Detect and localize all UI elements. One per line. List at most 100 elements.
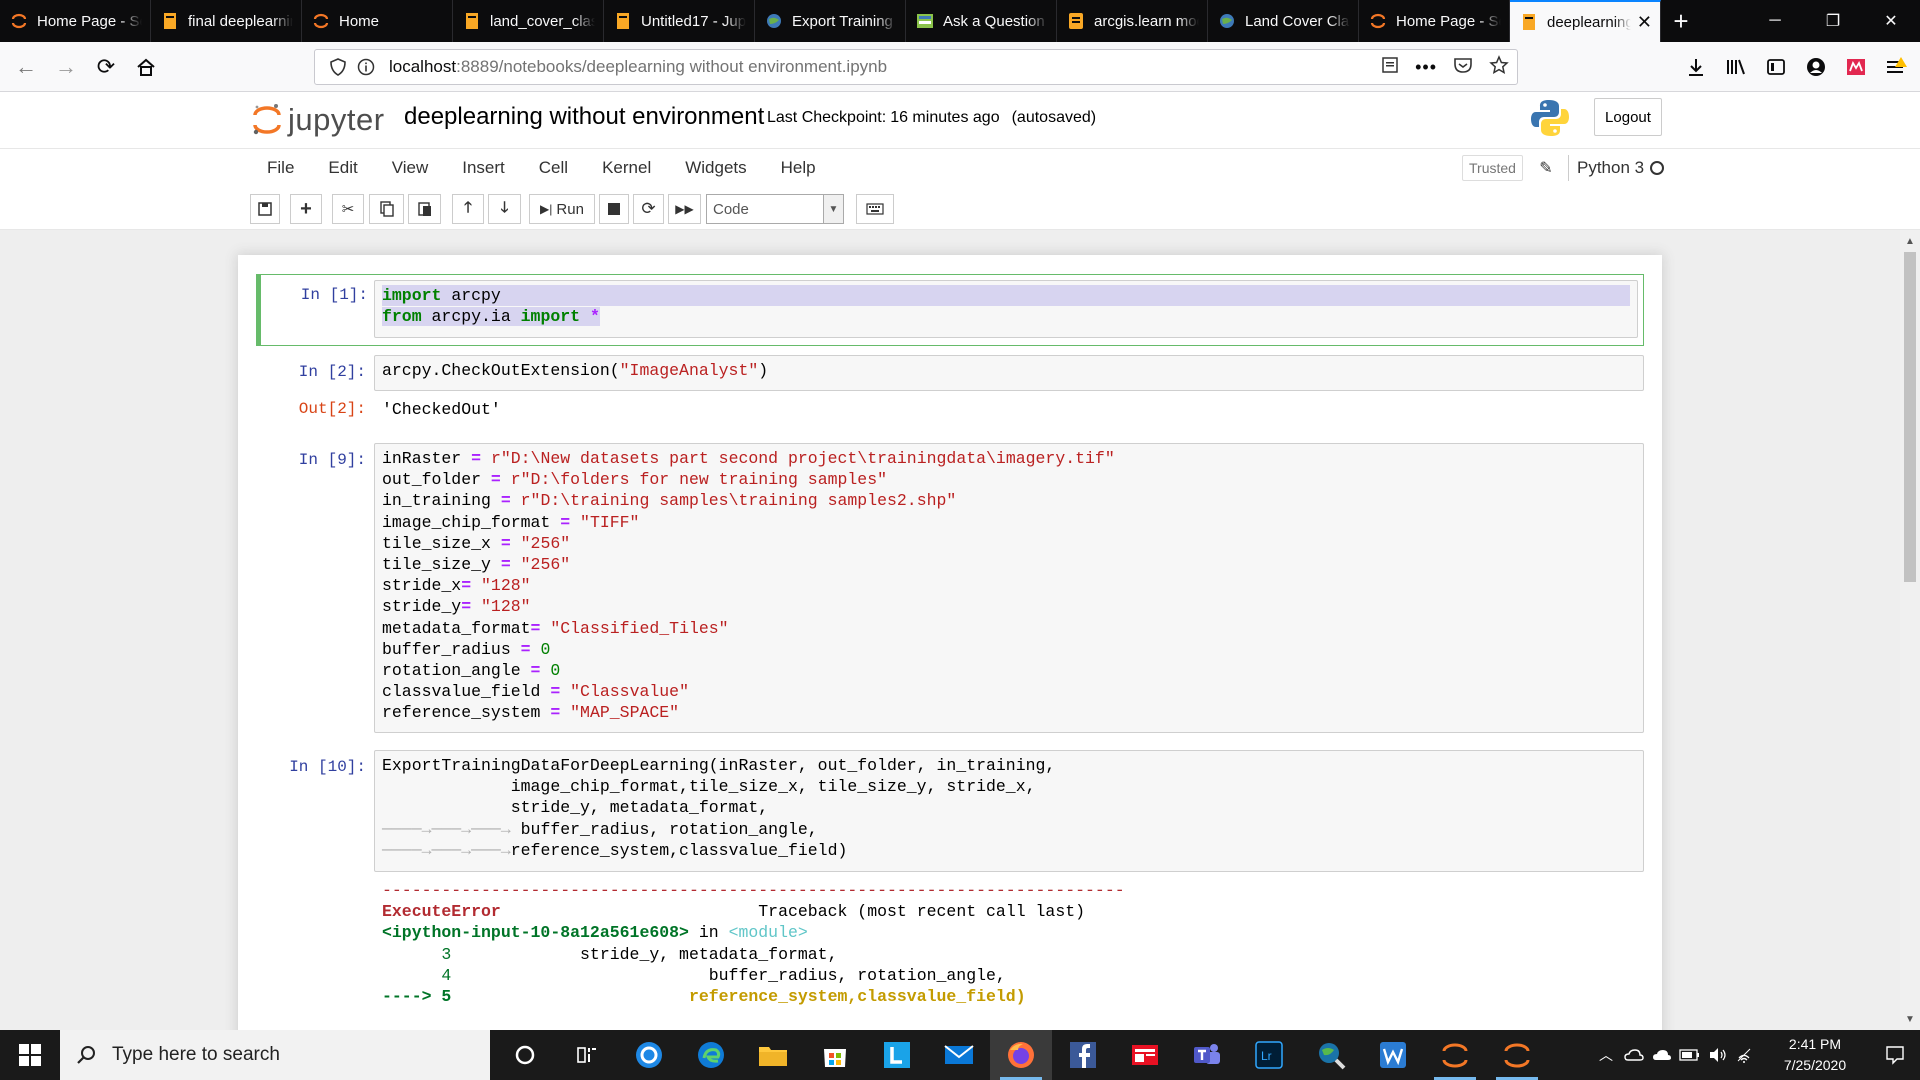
forward-icon[interactable]: → <box>48 49 84 85</box>
kernel-name[interactable]: Python 3 <box>1568 155 1644 181</box>
facebook-icon[interactable] <box>1052 1030 1114 1080</box>
browser-tab[interactable]: Land Cover Classification <box>1208 0 1359 42</box>
browser-tab[interactable]: arcgis.learn module — ar <box>1057 0 1208 42</box>
jupyter-taskbar-icon[interactable] <box>1424 1030 1486 1080</box>
microsoft-store-icon[interactable] <box>804 1030 866 1080</box>
insert-cell-button[interactable]: + <box>290 194 322 224</box>
edge-browser-icon[interactable] <box>680 1030 742 1080</box>
file-explorer-icon[interactable] <box>742 1030 804 1080</box>
scrollbar-thumb[interactable] <box>1904 252 1916 582</box>
code-input[interactable]: arcpy.CheckOutExtension("ImageAnalyst") <box>374 355 1644 391</box>
browser-tab[interactable]: Home Page - Select or cre <box>1359 0 1510 42</box>
jupyter-logo[interactable]: jupyter <box>252 100 385 140</box>
run-button[interactable]: ▶︎| Run <box>529 194 595 224</box>
taskbar-search[interactable]: Type here to search <box>60 1030 490 1080</box>
logout-button[interactable]: Logout <box>1594 98 1662 136</box>
scroll-down-icon[interactable]: ▼ <box>1900 1010 1920 1028</box>
paste-button[interactable] <box>408 194 441 224</box>
browser-tab-active[interactable]: deeplearning without env ✕ <box>1510 0 1661 42</box>
extension-icon[interactable] <box>1840 51 1872 83</box>
page-scrollbar[interactable]: ▲ ▼ <box>1900 230 1920 1030</box>
trusted-indicator[interactable]: Trusted <box>1462 155 1523 181</box>
menu-widgets[interactable]: Widgets <box>670 158 765 178</box>
onedrive-sync-icon[interactable] <box>1620 1047 1648 1063</box>
back-icon[interactable]: ← <box>8 49 44 85</box>
library-icon[interactable] <box>1720 51 1752 83</box>
code-input[interactable]: ExportTrainingDataForDeepLearning(inRast… <box>374 750 1644 872</box>
taskbar-clock[interactable]: 2:41 PM 7/25/2020 <box>1760 1034 1870 1076</box>
move-down-button[interactable]: 🡓 <box>488 194 521 224</box>
volume-icon[interactable] <box>1704 1047 1732 1063</box>
code-input[interactable]: inRaster = r"D:\New datasets part second… <box>374 443 1644 733</box>
jupyter-taskbar-icon[interactable] <box>1486 1030 1548 1080</box>
assignment-operator: = <box>540 682 571 702</box>
menu-insert[interactable]: Insert <box>447 158 524 178</box>
restore-icon[interactable]: ❐ <box>1804 0 1862 42</box>
code-input[interactable]: import arcpy from arcpy.ia import * <box>374 280 1638 338</box>
cortana-icon[interactable] <box>494 1030 556 1080</box>
cell-type-select[interactable]: Code ▼ <box>706 194 844 224</box>
browser-tab[interactable]: final deeplearning - Jupy <box>151 0 302 42</box>
menu-view[interactable]: View <box>377 158 448 178</box>
copy-button[interactable] <box>369 194 404 224</box>
info-icon[interactable] <box>353 58 379 76</box>
cut-button[interactable]: ✂ <box>332 194 364 224</box>
browser-tab[interactable]: Export Training Data For <box>755 0 906 42</box>
cloud-icon[interactable] <box>1648 1048 1676 1062</box>
menu-kernel[interactable]: Kernel <box>587 158 670 178</box>
news-app-icon[interactable] <box>1114 1030 1176 1080</box>
code-cell[interactable]: In [9]: inRaster = r"D:\New datasets par… <box>256 443 1644 733</box>
code-cell[interactable]: In [2]: arcpy.CheckOutExtension("ImageAn… <box>256 355 1644 419</box>
close-window-icon[interactable]: ✕ <box>1862 0 1920 42</box>
reader-view-icon[interactable] <box>1381 56 1399 79</box>
menu-cell[interactable]: Cell <box>524 158 587 178</box>
task-view-icon[interactable] <box>556 1030 618 1080</box>
menu-icon[interactable] <box>1880 51 1912 83</box>
reload-icon[interactable]: ⟳ <box>88 49 124 85</box>
lightroom-icon[interactable]: Lr <box>1238 1030 1300 1080</box>
browser-tab[interactable]: Home <box>302 0 453 42</box>
new-tab-button[interactable]: + <box>1661 0 1701 42</box>
minimize-icon[interactable]: ─ <box>1746 0 1804 42</box>
battery-icon[interactable] <box>1676 1049 1704 1061</box>
notebook-title[interactable]: deeplearning without environment <box>404 103 764 131</box>
wifi-icon[interactable] <box>1732 1047 1760 1063</box>
word-icon[interactable] <box>1362 1030 1424 1080</box>
code-cell[interactable]: In [10]: ExportTrainingDataForDeepLearni… <box>256 750 1644 1030</box>
menu-help[interactable]: Help <box>766 158 835 178</box>
code-cell-selected[interactable]: In [1]: import arcpy from arcpy.ia import… <box>256 274 1644 346</box>
browser-tab[interactable]: land_cover_classification <box>453 0 604 42</box>
url-bar[interactable]: localhost:8889/notebooks/deeplearning wi… <box>314 49 1518 85</box>
firefox-icon[interactable] <box>990 1030 1052 1080</box>
home-icon[interactable] <box>128 49 164 85</box>
bookmark-star-icon[interactable] <box>1489 54 1509 80</box>
windows-start-button[interactable] <box>0 1030 60 1080</box>
browser-tab[interactable]: Ask a Question - Geograph <box>906 0 1057 42</box>
variable-name: reference_system <box>382 703 541 723</box>
linkedin-learning-icon[interactable] <box>866 1030 928 1080</box>
app-blue-circle-icon[interactable] <box>618 1030 680 1080</box>
arcgis-pro-icon[interactable] <box>1300 1030 1362 1080</box>
menu-edit[interactable]: Edit <box>313 158 376 178</box>
browser-tab[interactable]: Untitled17 - Jupyter Note <box>604 0 755 42</box>
restart-run-all-button[interactable]: ▶▶ <box>668 194 701 224</box>
page-actions-icon[interactable]: ••• <box>1415 57 1437 78</box>
save-button[interactable] <box>250 194 280 224</box>
command-palette-button[interactable] <box>856 194 894 224</box>
chevron-up-icon[interactable]: ︿ <box>1592 1045 1620 1065</box>
mail-icon[interactable] <box>928 1030 990 1080</box>
account-icon[interactable] <box>1800 51 1832 83</box>
sidebar-icon[interactable] <box>1760 51 1792 83</box>
interrupt-button[interactable] <box>599 194 629 224</box>
move-up-button[interactable]: 🡑 <box>452 194 484 224</box>
close-tab-icon[interactable]: ✕ <box>1637 12 1652 33</box>
teams-icon[interactable] <box>1176 1030 1238 1080</box>
download-icon[interactable] <box>1680 51 1712 83</box>
shield-icon[interactable] <box>325 58 351 76</box>
notification-center-icon[interactable] <box>1870 1045 1920 1065</box>
menu-file[interactable]: File <box>252 158 313 178</box>
pocket-icon[interactable] <box>1453 56 1473 79</box>
browser-tab[interactable]: Home Page - Select or cre <box>0 0 151 42</box>
restart-kernel-button[interactable]: ⟳ <box>633 194 664 224</box>
scroll-up-icon[interactable]: ▲ <box>1900 232 1920 250</box>
